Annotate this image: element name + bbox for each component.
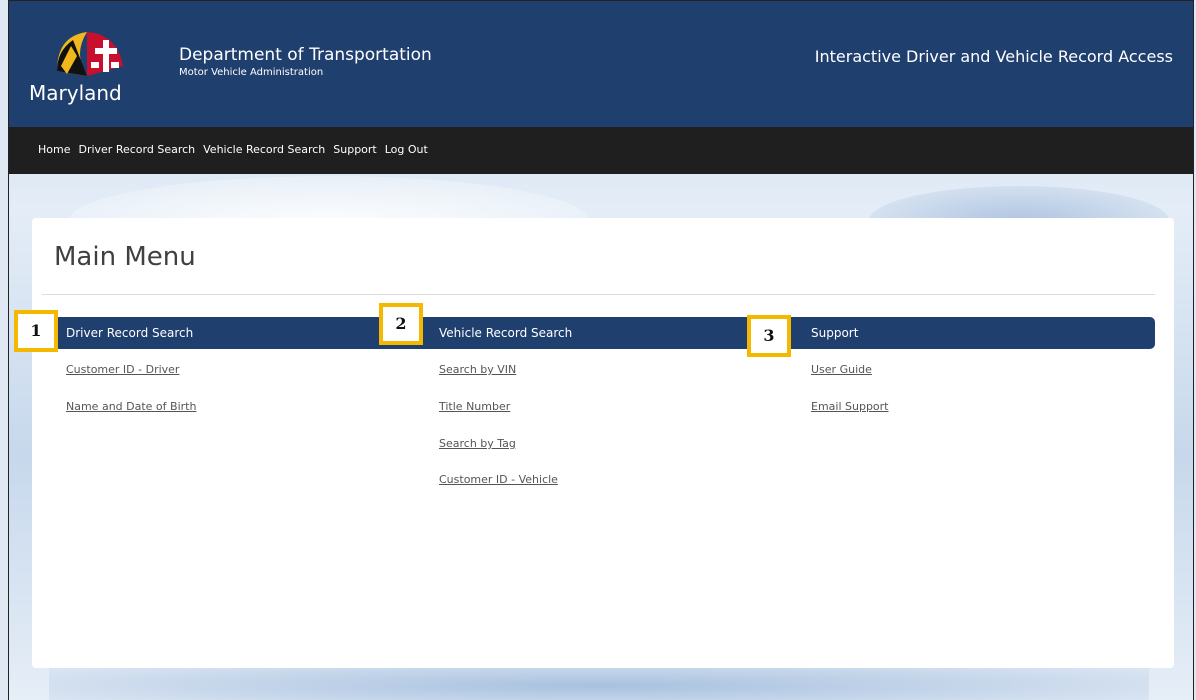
nav-home[interactable]: Home	[38, 143, 70, 156]
callout-marker-1: 1	[14, 310, 58, 352]
link-email-support[interactable]: Email Support	[811, 400, 889, 413]
link-user-guide[interactable]: User Guide	[811, 363, 872, 376]
subdepartment-name: Motor Vehicle Administration	[179, 67, 324, 78]
callout-marker-2: 2	[379, 303, 423, 345]
nav-vehicle-record-search[interactable]: Vehicle Record Search	[203, 143, 325, 156]
support-header: Support	[763, 317, 1155, 349]
link-customer-id-driver[interactable]: Customer ID - Driver	[66, 363, 179, 376]
page-frame: Maryland Department of Transportation Mo…	[8, 0, 1194, 700]
nav-driver-record-search[interactable]: Driver Record Search	[78, 143, 195, 156]
link-search-by-tag[interactable]: Search by Tag	[439, 437, 516, 450]
logo-text: Maryland	[29, 81, 122, 105]
link-title-number[interactable]: Title Number	[439, 400, 510, 413]
link-search-by-vin[interactable]: Search by VIN	[439, 363, 516, 376]
main-nav: Home Driver Record Search Vehicle Record…	[9, 127, 1193, 174]
callout-marker-3: 3	[747, 315, 791, 357]
nav-support[interactable]: Support	[333, 143, 376, 156]
site-header: Maryland Department of Transportation Mo…	[9, 1, 1193, 127]
divider	[42, 294, 1155, 295]
link-name-and-date-of-birth[interactable]: Name and Date of Birth	[66, 400, 196, 413]
app-title: Interactive Driver and Vehicle Record Ac…	[814, 47, 1173, 66]
driver-record-search-header: Driver Record Search	[54, 317, 391, 349]
department-name: Department of Transportation	[179, 45, 432, 65]
maryland-flag-logo-icon[interactable]	[51, 26, 131, 81]
main-menu-card: Main Menu Driver Record Search Vehicle R…	[32, 218, 1174, 668]
nav-log-out[interactable]: Log Out	[385, 143, 428, 156]
vehicle-record-search-header: Vehicle Record Search	[391, 317, 763, 349]
link-customer-id-vehicle[interactable]: Customer ID - Vehicle	[439, 473, 558, 486]
page-title: Main Menu	[54, 242, 196, 272]
